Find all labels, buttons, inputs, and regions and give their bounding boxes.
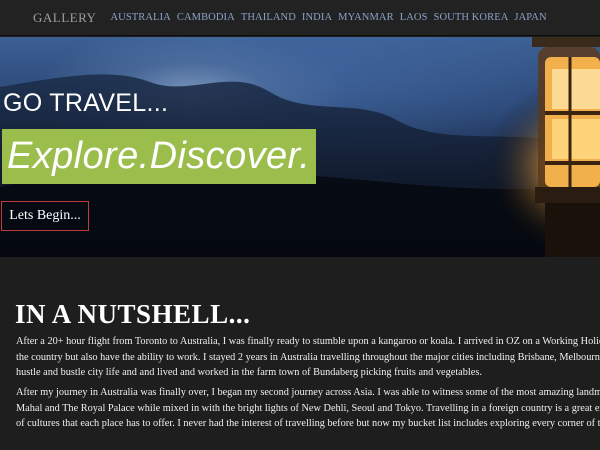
nav-link-thailand[interactable]: THAILAND — [241, 12, 296, 23]
top-navbar: GALLERY AUSTRALIA CAMBODIA THAILAND INDI… — [0, 0, 600, 36]
paragraph-line: After my journey in Australia was finall… — [16, 387, 600, 398]
hero-slogan-banner: Explore.Discover. — [2, 129, 317, 184]
hero-banner: GO TRAVEL... Explore.Discover. Lets Begi… — [0, 37, 600, 257]
nav-links: AUSTRALIA CAMBODIA THAILAND INDIA MYANMA… — [110, 12, 552, 23]
paragraph-line: hustle and bustle city life and and live… — [16, 367, 482, 378]
nav-link-cambodia[interactable]: CAMBODIA — [177, 12, 235, 23]
paragraph-line: the country but also have the ability to… — [16, 351, 600, 363]
nav-link-myanmar[interactable]: MYANMAR — [338, 12, 394, 23]
paragraph-asia: After my journey in Australia was finall… — [16, 385, 600, 432]
lets-begin-button[interactable]: Lets Begin... — [1, 201, 89, 231]
nav-link-japan[interactable]: JAPAN — [514, 12, 546, 23]
nav-link-india[interactable]: INDIA — [302, 12, 332, 23]
hero-heading: GO TRAVEL... — [3, 89, 169, 117]
nav-link-australia[interactable]: AUSTRALIA — [110, 12, 170, 23]
section-title: IN A NUTSHELL... — [15, 299, 251, 329]
paragraph-line: After a 20+ hour flight from Toronto to … — [16, 336, 600, 347]
hero-slogan: Explore.Discover. — [7, 135, 311, 177]
main-content: IN A NUTSHELL... After a 20+ hour flight… — [0, 257, 600, 450]
nav-link-laos[interactable]: LAOS — [400, 12, 428, 23]
paragraph-line: Mahal and The Royal Palace while mixed i… — [16, 402, 600, 414]
paragraph-australia: After a 20+ hour flight from Toronto to … — [16, 334, 600, 381]
paragraph-line: of cultures that each place has to offer… — [16, 418, 600, 429]
brand-link[interactable]: GALLERY — [33, 10, 96, 26]
nav-link-south-korea[interactable]: SOUTH KOREA — [434, 12, 509, 23]
